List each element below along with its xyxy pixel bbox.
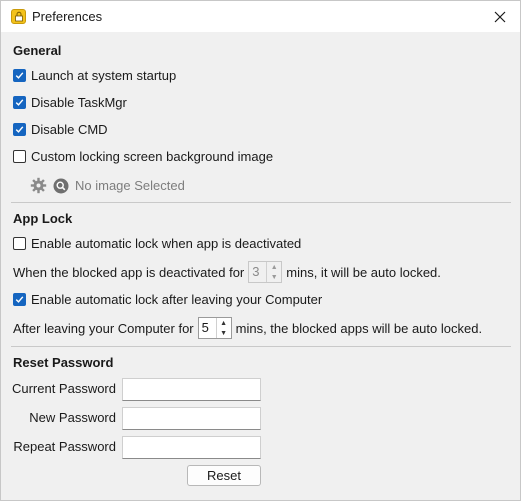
custom-bg-label: Custom locking screen background image xyxy=(31,149,274,164)
close-icon xyxy=(494,11,506,22)
gear-icon[interactable] xyxy=(30,177,47,194)
auto-lock-deactivated-checkbox[interactable]: Enable automatic lock when app is deacti… xyxy=(13,236,301,251)
repeat-password-label: Repeat Password xyxy=(13,439,116,454)
auto-lock-deactivated-label: Enable automatic lock when app is deacti… xyxy=(31,236,302,251)
leaving-suffix-text: mins, the blocked apps will be auto lock… xyxy=(235,320,483,336)
background-image-row: No image Selected xyxy=(30,177,185,194)
launch-startup-label: Launch at system startup xyxy=(31,68,177,83)
divider xyxy=(11,202,511,203)
spin-down-icon[interactable]: ▼ xyxy=(217,328,231,338)
lock-icon xyxy=(11,9,26,24)
section-title-app-lock: App Lock xyxy=(13,211,73,226)
new-password-field[interactable] xyxy=(122,407,261,430)
launch-startup-checkbox[interactable]: Launch at system startup xyxy=(13,68,176,83)
custom-bg-checkbox[interactable]: Custom locking screen background image xyxy=(13,149,273,164)
disable-taskmgr-label: Disable TaskMgr xyxy=(31,95,127,110)
disable-cmd-checkbox[interactable]: Disable CMD xyxy=(13,122,108,137)
checkbox-unchecked-icon[interactable] xyxy=(13,150,26,163)
checkbox-checked-icon[interactable] xyxy=(13,69,26,82)
checkbox-checked-icon[interactable] xyxy=(13,96,26,109)
image-status-text: No image Selected xyxy=(75,178,185,193)
leaving-minutes-value[interactable]: 5 xyxy=(199,318,216,338)
current-password-label: Current Password xyxy=(11,381,116,396)
new-password-label: New Password xyxy=(29,410,116,425)
section-title-reset-password: Reset Password xyxy=(13,355,114,370)
reset-button[interactable]: Reset xyxy=(187,465,261,486)
leaving-minutes-spinner[interactable]: 5 ▲ ▼ xyxy=(197,317,232,339)
spin-up-icon[interactable]: ▲ xyxy=(267,262,281,272)
deactivated-prefix-text: When the blocked app is deactivated for xyxy=(13,264,245,280)
leaving-minutes-row: After leaving your Computer for 5 ▲ ▼ mi… xyxy=(13,317,482,339)
close-button[interactable] xyxy=(480,1,520,32)
section-title-general: General xyxy=(13,43,62,58)
search-icon[interactable] xyxy=(53,178,69,194)
disable-cmd-label: Disable CMD xyxy=(31,122,108,137)
spin-down-icon[interactable]: ▼ xyxy=(267,272,281,282)
window-title: Preferences xyxy=(32,9,103,24)
deactivated-minutes-row: When the blocked app is deactivated for … xyxy=(13,261,441,283)
auto-lock-leaving-label: Enable automatic lock after leaving your… xyxy=(31,292,323,307)
checkbox-checked-icon[interactable] xyxy=(13,123,26,136)
deactivated-minutes-value[interactable]: 3 xyxy=(249,262,266,282)
checkbox-unchecked-icon[interactable] xyxy=(13,237,26,250)
leaving-prefix-text: After leaving your Computer for xyxy=(13,320,194,336)
checkbox-checked-icon[interactable] xyxy=(13,293,26,306)
title-bar[interactable]: Preferences xyxy=(1,1,520,32)
current-password-field[interactable] xyxy=(122,378,261,401)
preferences-window: Preferences General Launch at system sta… xyxy=(0,0,521,501)
deactivated-minutes-spinner[interactable]: 3 ▲ ▼ xyxy=(248,261,283,283)
auto-lock-leaving-checkbox[interactable]: Enable automatic lock after leaving your… xyxy=(13,292,322,307)
divider xyxy=(11,346,511,347)
disable-taskmgr-checkbox[interactable]: Disable TaskMgr xyxy=(13,95,127,110)
deactivated-suffix-text: mins, it will be auto locked. xyxy=(286,264,441,280)
repeat-password-field[interactable] xyxy=(122,436,261,459)
spin-up-icon[interactable]: ▲ xyxy=(217,318,231,328)
